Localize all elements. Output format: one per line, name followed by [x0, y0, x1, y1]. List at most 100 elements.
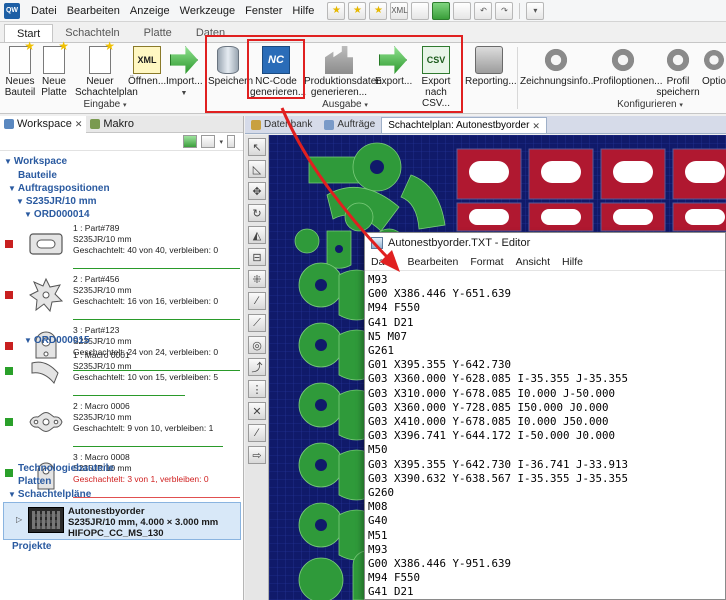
cross-icon[interactable]: ✕: [248, 402, 266, 420]
open-xml-icon[interactable]: XML: [390, 1, 409, 20]
tree-material[interactable]: ▼ S235JR/10 mm: [16, 196, 97, 207]
tree-platten[interactable]: Platten: [18, 476, 51, 487]
tree-auftragspositionen[interactable]: ▼ Auftragspositionen: [8, 183, 110, 194]
new-plate-icon[interactable]: [348, 1, 367, 20]
tab-workspace[interactable]: Workspace ✕: [0, 115, 87, 133]
profile-options-button[interactable]: Profiloptionen...: [593, 46, 663, 87]
new-part-icon[interactable]: [327, 1, 346, 20]
rotate-icon[interactable]: ↻: [248, 204, 266, 222]
status-indicator: [5, 418, 13, 426]
import-dropdown-icon: ▼: [180, 90, 188, 97]
expand-icon[interactable]: ▼: [16, 197, 24, 206]
code-line: G41 D21: [368, 585, 414, 599]
expand-icon[interactable]: ▼: [24, 210, 32, 219]
tree-bauteile[interactable]: Bauteile: [18, 170, 57, 181]
tab-schachtelplan[interactable]: Schachtelplan: Autonestbyorder ✕: [381, 117, 547, 133]
save-button[interactable]: Speichern: [208, 46, 253, 87]
import-icon[interactable]: [411, 1, 430, 20]
list-item[interactable]: 1 : Macro 0001 S235JR/10 mm Geschachtelt…: [0, 347, 243, 398]
open-button[interactable]: XML Öffnen...: [128, 46, 166, 87]
undo-icon[interactable]: ↶: [474, 1, 493, 20]
customize-qat-icon[interactable]: ▾: [526, 1, 545, 20]
export-button[interactable]: Export...: [375, 46, 412, 87]
editor-text-area[interactable]: M93 G00 X386.446 Y-651.639 M94 F550 G41 D21…: [365, 271, 725, 600]
drawing-info-button[interactable]: Zeichnungsinfo...: [520, 46, 596, 87]
new-nesting-plan-button[interactable]: Neuer Schachtelplan: [75, 41, 138, 98]
save-profile-button[interactable]: Profil speichern: [655, 46, 701, 98]
tree-order-2[interactable]: ▼ ORD000015: [24, 335, 90, 346]
drawing-info-label: Zeichnungsinfo...: [520, 76, 597, 87]
select-icon[interactable]: ↖: [248, 138, 266, 156]
path-icon[interactable]: ⟋: [248, 314, 266, 332]
expand-icon[interactable]: ▷: [16, 515, 22, 524]
ribbon: Neues Bauteil Neue Platte Neuer Schachte…: [0, 41, 726, 114]
measure-icon[interactable]: ◺: [248, 160, 266, 178]
menu-fenster[interactable]: Fenster: [240, 0, 287, 22]
new-plate-button[interactable]: Neue Platte: [39, 41, 69, 98]
align-icon[interactable]: ⊟: [248, 248, 266, 266]
tree-order-1[interactable]: ▼ ORD000014: [24, 209, 90, 220]
document-tab-bar: Datenbank Aufträge Schachtelplan: Autone…: [245, 116, 726, 134]
grip-icon[interactable]: [227, 135, 235, 148]
tree-technologiebauteile[interactable]: Technologiebauteile: [18, 463, 114, 474]
options-button[interactable]: Option: [702, 46, 726, 87]
menu-anzeige[interactable]: Anzeige: [125, 0, 175, 22]
slash-icon[interactable]: ⁄: [248, 424, 266, 442]
expand-icon[interactable]: ▼: [8, 184, 16, 193]
tab-makro[interactable]: Makro: [86, 116, 138, 133]
production-data-button[interactable]: Produktionsdaten generieren...: [304, 46, 382, 98]
new-nesting-icon[interactable]: [369, 1, 388, 20]
expand-icon[interactable]: ▼: [24, 336, 32, 345]
expand-icon[interactable]: ▼: [8, 490, 16, 499]
chevron-down-icon[interactable]: ▾: [219, 138, 223, 146]
reporting-button[interactable]: Reporting...: [465, 46, 517, 87]
import-button[interactable]: Import... ▼: [166, 46, 203, 99]
add-icon[interactable]: [183, 135, 198, 148]
nc-code-button[interactable]: NC NC-Code generieren...: [250, 46, 306, 98]
menu-datei[interactable]: Datei: [26, 0, 62, 22]
redo-icon[interactable]: ↷: [495, 1, 514, 20]
circle-icon[interactable]: ◎: [248, 336, 266, 354]
menu-werkzeuge[interactable]: Werkzeuge: [175, 0, 240, 22]
tab-datenbank[interactable]: Datenbank: [245, 117, 318, 133]
editor-title-bar[interactable]: Autonestbyorder.TXT - Editor: [365, 233, 725, 253]
mirror-icon[interactable]: ◭: [248, 226, 266, 244]
editor-menu-ansicht[interactable]: Ansicht: [510, 256, 556, 268]
close-icon[interactable]: ✕: [532, 118, 540, 134]
line-icon[interactable]: ∕: [248, 292, 266, 310]
editor-menu-hilfe[interactable]: Hilfe: [556, 256, 589, 268]
expand-icon[interactable]: ▼: [4, 157, 12, 166]
export-csv-button[interactable]: CSV Export nach CSV...: [412, 46, 460, 109]
tab-daten[interactable]: Daten: [184, 24, 237, 42]
save-icon[interactable]: [432, 1, 451, 20]
part-material: S235JR/10 mm: [73, 234, 132, 244]
editor-menu-datei[interactable]: Datei: [365, 256, 402, 268]
list-view-icon[interactable]: [201, 135, 216, 148]
editor-menu-format[interactable]: Format: [464, 256, 509, 268]
bridge-icon[interactable]: ⋮: [248, 380, 266, 398]
tab-platte[interactable]: Platte: [132, 24, 184, 42]
tab-workspace-label: Workspace: [17, 118, 72, 130]
print-icon[interactable]: [453, 1, 472, 20]
nesting-plan-item[interactable]: ▷ Autonestbyorder S235JR/10 mm, 4.000 × …: [3, 502, 241, 540]
close-icon[interactable]: ✕: [75, 119, 83, 130]
distribute-icon[interactable]: ⁜: [248, 270, 266, 288]
sequence-icon[interactable]: ⇨: [248, 446, 266, 464]
menu-hilfe[interactable]: Hilfe: [287, 0, 319, 22]
editor-menu-bearbeiten[interactable]: Bearbeiten: [402, 256, 465, 268]
tree-workspace[interactable]: ▼ Workspace: [4, 156, 67, 167]
text-editor-window[interactable]: Autonestbyorder.TXT - Editor Datei Bearb…: [364, 232, 726, 600]
list-item[interactable]: 2 : Macro 0006 S235JR/10 mm Geschachtelt…: [0, 398, 243, 449]
list-item[interactable]: 2 : Part#456 S235JR/10 mm Geschachtelt: …: [0, 271, 243, 322]
tree-schachtelplaene[interactable]: ▼ Schachtelpläne: [8, 489, 91, 500]
move-icon[interactable]: ✥: [248, 182, 266, 200]
lead-in-icon[interactable]: ⤴: [248, 358, 266, 376]
tab-auftraege[interactable]: Aufträge: [318, 117, 381, 133]
tree-projekte[interactable]: Projekte: [12, 541, 51, 552]
status-indicator: [5, 469, 13, 477]
menu-bearbeiten[interactable]: Bearbeiten: [62, 0, 125, 22]
list-item[interactable]: 1 : Part#789 S235JR/10 mm Geschachtelt: …: [0, 220, 243, 271]
new-part-button[interactable]: Neues Bauteil: [3, 41, 37, 98]
part-thumbnail: [28, 226, 64, 262]
part-info: 2 : Macro 0006 S235JR/10 mm Geschachtelt…: [73, 401, 213, 434]
